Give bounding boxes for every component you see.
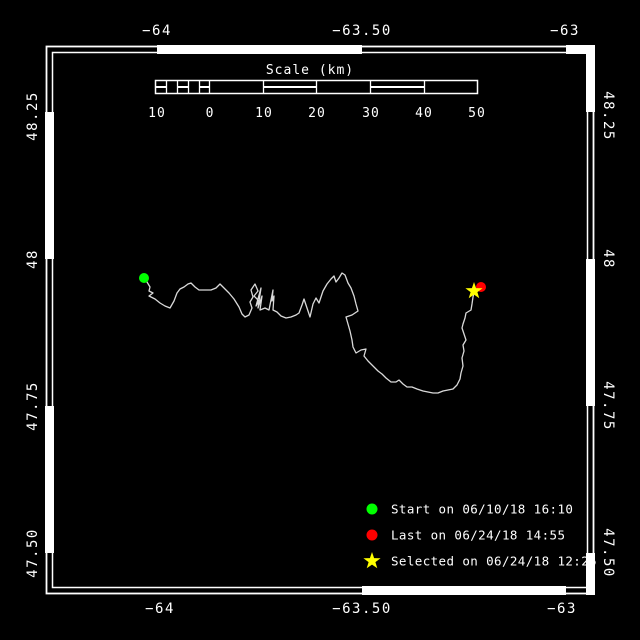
y-axis-tick-label-right: 48 (600, 249, 616, 269)
scale-bar-tick-label: 20 (308, 106, 326, 121)
track-polyline (144, 273, 481, 393)
scale-bar: Scale (km) 10 0 10 20 30 40 50 (148, 63, 486, 121)
frame-fill-segment (586, 259, 595, 406)
scale-bar-tick-label: 0 (206, 106, 215, 121)
legend: Start on 06/10/18 16:10 Last on 06/24/18 … (363, 502, 597, 569)
y-axis-tick-label-left: 48 (25, 249, 41, 269)
x-axis-tick-label-top: −63.50 (332, 23, 392, 39)
x-axis-tick-label-top: −63 (550, 23, 580, 39)
y-axis-tick-label-left: 47.75 (25, 381, 41, 431)
legend-start-icon (367, 504, 378, 515)
track-map-svg: −64 −63.50 −63 −64 −63.50 −63 48.25 48 47.75 47.5… (0, 0, 640, 640)
y-axis-tick-label-left: 48.25 (25, 91, 41, 141)
scale-bar-tick-label: 10 (148, 106, 166, 121)
x-axis-tick-label-bottom: −63.50 (332, 601, 392, 617)
y-axis-tick-label-right: 48.25 (600, 91, 616, 141)
gps-track (144, 273, 481, 393)
y-axis-tick-label-right: 47.75 (600, 381, 616, 431)
frame-fill-segment (45, 406, 54, 553)
frame-fill-segment (362, 586, 566, 595)
track-markers (139, 273, 486, 298)
legend-selected-label: Selected on 06/24/18 12:25 (391, 554, 597, 569)
scale-bar-tick-label: 50 (468, 106, 486, 121)
track-map-page: −64 −63.50 −63 −64 −63.50 −63 48.25 48 47.75 47.5… (0, 0, 640, 640)
x-axis-tick-label-bottom: −64 (145, 601, 175, 617)
scale-bar-tick-label: 40 (415, 106, 433, 121)
scale-bar-tick-label: 30 (362, 106, 380, 121)
legend-last-label: Last on 06/24/18 14:55 (391, 528, 565, 543)
frame-fill-segment (586, 46, 595, 112)
scale-bar-tick-label: 10 (255, 106, 273, 121)
start-marker-icon (139, 273, 149, 283)
x-axis-tick-label-bottom: −63 (547, 601, 577, 617)
y-axis-tick-label-right: 47.50 (600, 528, 616, 578)
x-axis-tick-label-top: −64 (142, 23, 172, 39)
legend-start-label: Start on 06/10/18 16:10 (391, 502, 573, 517)
frame-fill-segment (45, 112, 54, 259)
scale-bar-title: Scale (km) (266, 63, 354, 78)
frame-fill-segment (157, 45, 362, 54)
legend-last-icon (367, 530, 378, 541)
y-axis-tick-label-left: 47.50 (25, 528, 41, 578)
legend-selected-icon (363, 552, 380, 568)
